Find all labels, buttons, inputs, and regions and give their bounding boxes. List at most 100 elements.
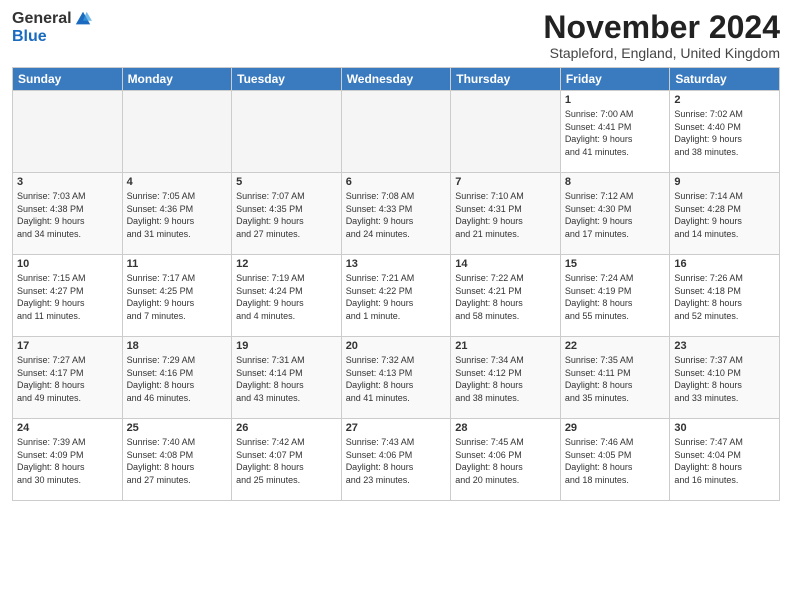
calendar-cell: 7 Sunrise: 7:10 AM Sunset: 4:31 PM Daylig… xyxy=(451,173,561,255)
day-info: Sunrise: 7:29 AM Sunset: 4:16 PM Dayligh… xyxy=(127,354,228,404)
calendar-cell xyxy=(341,91,451,173)
day-info: Sunrise: 7:21 AM Sunset: 4:22 PM Dayligh… xyxy=(346,272,447,322)
day-number: 4 xyxy=(127,176,228,188)
calendar-header-sunday: Sunday xyxy=(13,68,123,91)
day-number: 5 xyxy=(236,176,337,188)
day-number: 12 xyxy=(236,258,337,270)
calendar-week-row: 3Sunrise: 7:03 AM Sunset: 4:38 PM Daylig… xyxy=(13,173,780,255)
day-info: Sunrise: 7:07 AM Sunset: 4:35 PM Dayligh… xyxy=(236,190,337,240)
day-info: Sunrise: 7:03 AM Sunset: 4:38 PM Dayligh… xyxy=(17,190,118,240)
day-number: 10 xyxy=(17,258,118,270)
month-title: November 2024 xyxy=(543,10,780,45)
calendar-header-wednesday: Wednesday xyxy=(341,68,451,91)
day-number: 28 xyxy=(455,422,556,434)
day-info: Sunrise: 7:08 AM Sunset: 4:33 PM Dayligh… xyxy=(346,190,447,240)
day-info: Sunrise: 7:24 AM Sunset: 4:19 PM Dayligh… xyxy=(565,272,666,322)
calendar-cell: 11Sunrise: 7:17 AM Sunset: 4:25 PM Dayli… xyxy=(122,255,232,337)
calendar-header-monday: Monday xyxy=(122,68,232,91)
calendar-cell: 13 Sunrise: 7:21 AM Sunset: 4:22 PM Dayli… xyxy=(341,255,451,337)
day-number: 8 xyxy=(565,176,666,188)
day-info: Sunrise: 7:12 AM Sunset: 4:30 PM Dayligh… xyxy=(565,190,666,240)
calendar-week-row: 24 Sunrise: 7:39 AM Sunset: 4:09 PM Dayli… xyxy=(13,419,780,501)
page-container: General Blue November 2024 Stapleford, E… xyxy=(0,0,792,612)
day-number: 7 xyxy=(455,176,556,188)
day-info: Sunrise: 7:39 AM Sunset: 4:09 PM Dayligh… xyxy=(17,436,118,486)
calendar-cell: 23Sunrise: 7:37 AM Sunset: 4:10 PM Dayli… xyxy=(670,337,780,419)
day-number: 27 xyxy=(346,422,447,434)
day-number: 9 xyxy=(674,176,775,188)
day-number: 1 xyxy=(565,94,666,106)
day-info: Sunrise: 7:26 AM Sunset: 4:18 PM Dayligh… xyxy=(674,272,775,322)
calendar-cell: 20Sunrise: 7:32 AM Sunset: 4:13 PM Dayli… xyxy=(341,337,451,419)
day-number: 26 xyxy=(236,422,337,434)
location: Stapleford, England, United Kingdom xyxy=(543,45,780,61)
day-number: 25 xyxy=(127,422,228,434)
calendar-week-row: 1 Sunrise: 7:00 AM Sunset: 4:41 PM Daylig… xyxy=(13,91,780,173)
calendar-cell: 16 Sunrise: 7:26 AM Sunset: 4:18 PM Dayli… xyxy=(670,255,780,337)
calendar-cell: 3Sunrise: 7:03 AM Sunset: 4:38 PM Daylig… xyxy=(13,173,123,255)
calendar-cell: 24 Sunrise: 7:39 AM Sunset: 4:09 PM Dayli… xyxy=(13,419,123,501)
calendar-cell: 9 Sunrise: 7:14 AM Sunset: 4:28 PM Daylig… xyxy=(670,173,780,255)
calendar-cell: 12 Sunrise: 7:19 AM Sunset: 4:24 PM Dayli… xyxy=(232,255,342,337)
calendar-cell: 19 Sunrise: 7:31 AM Sunset: 4:14 PM Dayli… xyxy=(232,337,342,419)
header: General Blue November 2024 Stapleford, E… xyxy=(12,10,780,61)
day-number: 15 xyxy=(565,258,666,270)
calendar-cell xyxy=(232,91,342,173)
calendar-cell: 25 Sunrise: 7:40 AM Sunset: 4:08 PM Dayli… xyxy=(122,419,232,501)
calendar-cell: 18 Sunrise: 7:29 AM Sunset: 4:16 PM Dayli… xyxy=(122,337,232,419)
calendar-cell: 28 Sunrise: 7:45 AM Sunset: 4:06 PM Dayli… xyxy=(451,419,561,501)
calendar-cell: 22Sunrise: 7:35 AM Sunset: 4:11 PM Dayli… xyxy=(560,337,670,419)
calendar-cell xyxy=(13,91,123,173)
calendar-cell: 2Sunrise: 7:02 AM Sunset: 4:40 PM Daylig… xyxy=(670,91,780,173)
calendar-week-row: 10 Sunrise: 7:15 AM Sunset: 4:27 PM Dayli… xyxy=(13,255,780,337)
day-info: Sunrise: 7:22 AM Sunset: 4:21 PM Dayligh… xyxy=(455,272,556,322)
day-info: Sunrise: 7:15 AM Sunset: 4:27 PM Dayligh… xyxy=(17,272,118,322)
day-number: 17 xyxy=(17,340,118,352)
day-info: Sunrise: 7:17 AM Sunset: 4:25 PM Dayligh… xyxy=(127,272,228,322)
day-info: Sunrise: 7:05 AM Sunset: 4:36 PM Dayligh… xyxy=(127,190,228,240)
logo-general-text: General xyxy=(12,10,72,28)
calendar-table: SundayMondayTuesdayWednesdayThursdayFrid… xyxy=(12,67,780,501)
day-number: 24 xyxy=(17,422,118,434)
logo: General Blue xyxy=(12,10,92,46)
day-number: 20 xyxy=(346,340,447,352)
day-number: 16 xyxy=(674,258,775,270)
day-info: Sunrise: 7:47 AM Sunset: 4:04 PM Dayligh… xyxy=(674,436,775,486)
day-info: Sunrise: 7:19 AM Sunset: 4:24 PM Dayligh… xyxy=(236,272,337,322)
day-info: Sunrise: 7:45 AM Sunset: 4:06 PM Dayligh… xyxy=(455,436,556,486)
day-number: 21 xyxy=(455,340,556,352)
calendar-cell: 1 Sunrise: 7:00 AM Sunset: 4:41 PM Daylig… xyxy=(560,91,670,173)
day-info: Sunrise: 7:46 AM Sunset: 4:05 PM Dayligh… xyxy=(565,436,666,486)
day-number: 18 xyxy=(127,340,228,352)
day-number: 19 xyxy=(236,340,337,352)
calendar-cell: 8 Sunrise: 7:12 AM Sunset: 4:30 PM Daylig… xyxy=(560,173,670,255)
calendar-cell: 27Sunrise: 7:43 AM Sunset: 4:06 PM Dayli… xyxy=(341,419,451,501)
calendar-cell: 4 Sunrise: 7:05 AM Sunset: 4:36 PM Daylig… xyxy=(122,173,232,255)
day-info: Sunrise: 7:10 AM Sunset: 4:31 PM Dayligh… xyxy=(455,190,556,240)
calendar-cell: 29 Sunrise: 7:46 AM Sunset: 4:05 PM Dayli… xyxy=(560,419,670,501)
calendar-cell: 10 Sunrise: 7:15 AM Sunset: 4:27 PM Dayli… xyxy=(13,255,123,337)
calendar-header-saturday: Saturday xyxy=(670,68,780,91)
day-info: Sunrise: 7:31 AM Sunset: 4:14 PM Dayligh… xyxy=(236,354,337,404)
day-number: 6 xyxy=(346,176,447,188)
calendar-cell: 26 Sunrise: 7:42 AM Sunset: 4:07 PM Dayli… xyxy=(232,419,342,501)
day-info: Sunrise: 7:00 AM Sunset: 4:41 PM Dayligh… xyxy=(565,108,666,158)
calendar-header-tuesday: Tuesday xyxy=(232,68,342,91)
calendar-cell xyxy=(451,91,561,173)
day-info: Sunrise: 7:27 AM Sunset: 4:17 PM Dayligh… xyxy=(17,354,118,404)
day-info: Sunrise: 7:40 AM Sunset: 4:08 PM Dayligh… xyxy=(127,436,228,486)
day-number: 29 xyxy=(565,422,666,434)
day-info: Sunrise: 7:14 AM Sunset: 4:28 PM Dayligh… xyxy=(674,190,775,240)
day-info: Sunrise: 7:42 AM Sunset: 4:07 PM Dayligh… xyxy=(236,436,337,486)
day-number: 30 xyxy=(674,422,775,434)
day-number: 14 xyxy=(455,258,556,270)
day-info: Sunrise: 7:35 AM Sunset: 4:11 PM Dayligh… xyxy=(565,354,666,404)
calendar-cell: 14 Sunrise: 7:22 AM Sunset: 4:21 PM Dayli… xyxy=(451,255,561,337)
calendar-header-thursday: Thursday xyxy=(451,68,561,91)
calendar-cell: 17 Sunrise: 7:27 AM Sunset: 4:17 PM Dayli… xyxy=(13,337,123,419)
day-info: Sunrise: 7:34 AM Sunset: 4:12 PM Dayligh… xyxy=(455,354,556,404)
calendar-cell: 30 Sunrise: 7:47 AM Sunset: 4:04 PM Dayli… xyxy=(670,419,780,501)
day-number: 13 xyxy=(346,258,447,270)
logo-blue-text: Blue xyxy=(12,28,47,46)
day-info: Sunrise: 7:02 AM Sunset: 4:40 PM Dayligh… xyxy=(674,108,775,158)
